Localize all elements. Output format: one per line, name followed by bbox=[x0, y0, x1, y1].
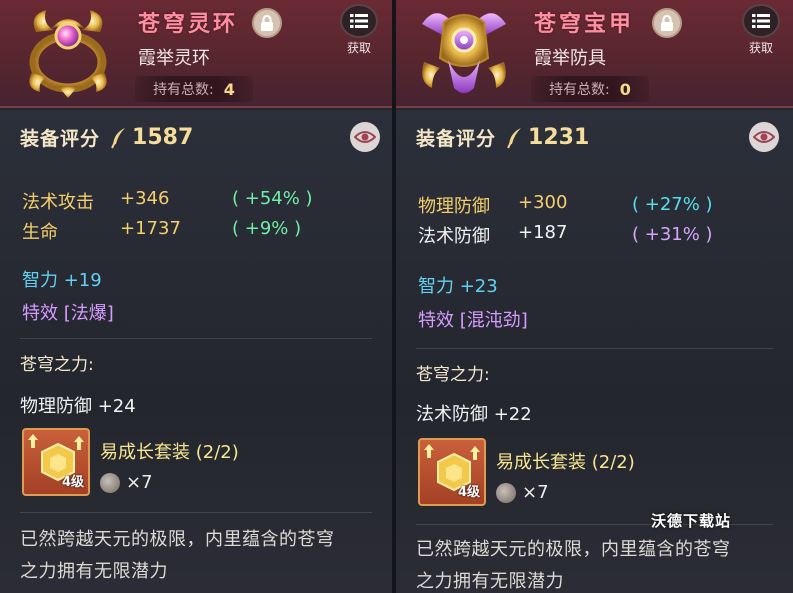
equipment-compare-screen: 苍穹灵环 霞举灵环 持有总数: 4 获取 装备评分 1587 法术攻击 +346… bbox=[0, 0, 793, 593]
divider bbox=[20, 512, 372, 513]
owned-count-badge: 持有总数: 0 bbox=[531, 76, 649, 102]
owned-count-value: 4 bbox=[223, 79, 235, 99]
stat-name: 法术防御 bbox=[418, 226, 490, 247]
get-button[interactable]: 获取 bbox=[339, 4, 379, 56]
coin-icon bbox=[496, 482, 516, 503]
effect-line: 特效 [混沌劲] bbox=[418, 310, 528, 331]
stat-value: +1737 bbox=[120, 218, 181, 239]
quill-icon bbox=[507, 127, 522, 148]
set-count-value: ×7 bbox=[126, 472, 153, 493]
item-name: 苍穹宝甲 bbox=[534, 12, 635, 37]
description-line: 之力拥有无限潜力 bbox=[20, 561, 168, 582]
set-count: ×7 bbox=[100, 472, 153, 493]
list-icon bbox=[340, 4, 378, 38]
score-row: 装备评分 1231 bbox=[416, 124, 589, 151]
description-line: 之力拥有无限潜力 bbox=[416, 571, 564, 592]
quill-icon bbox=[111, 127, 126, 148]
effect-line: 特效 [法爆] bbox=[22, 303, 114, 324]
list-icon bbox=[742, 4, 780, 38]
stat-value: +187 bbox=[518, 222, 568, 243]
owned-count-value: 0 bbox=[619, 79, 631, 99]
stat-percent: ( +27% ) bbox=[632, 194, 713, 215]
equipment-panel-ring: 苍穹灵环 霞举灵环 持有总数: 4 获取 装备评分 1587 法术攻击 +346… bbox=[0, 0, 392, 593]
lock-icon[interactable] bbox=[652, 8, 682, 38]
eye-icon[interactable] bbox=[749, 122, 779, 152]
divider bbox=[20, 338, 372, 339]
set-level: 4级 bbox=[61, 475, 84, 490]
power-title: 苍穹之力: bbox=[416, 365, 490, 385]
set-name: 易成长套装 (2/2) bbox=[100, 442, 239, 463]
attribute-line: 智力 +23 bbox=[418, 276, 498, 297]
stat-name: 法术攻击 bbox=[22, 192, 94, 213]
set-level: 4级 bbox=[457, 485, 480, 500]
score-value: 1231 bbox=[528, 125, 590, 150]
watermark-text: 沃德下载站 bbox=[651, 512, 732, 530]
item-name: 苍穹灵环 bbox=[138, 12, 239, 37]
panel-header: 苍穹宝甲 霞举防具 持有总数: 0 获取 bbox=[396, 0, 793, 108]
set-item-icon[interactable]: 4级 bbox=[418, 438, 486, 506]
armor-item-icon bbox=[422, 13, 506, 93]
description-line: 已然跨越天元的极限，内里蕴含的苍穹 bbox=[416, 539, 731, 560]
stat-value: +300 bbox=[518, 192, 568, 213]
stat-name: 生命 bbox=[22, 222, 58, 243]
set-name: 易成长套装 (2/2) bbox=[496, 452, 635, 473]
owned-count-label: 持有总数: bbox=[153, 82, 214, 98]
panel-header: 苍穹灵环 霞举灵环 持有总数: 4 获取 bbox=[0, 0, 392, 108]
equipment-panel-armor: 苍穹宝甲 霞举防具 持有总数: 0 获取 装备评分 1231 物理防御 +300… bbox=[396, 0, 793, 593]
eye-icon[interactable] bbox=[350, 122, 380, 152]
divider bbox=[416, 348, 773, 349]
set-item-icon[interactable]: 4级 bbox=[22, 428, 90, 496]
score-label: 装备评分 bbox=[416, 128, 497, 150]
score-label: 装备评分 bbox=[20, 128, 101, 150]
item-type: 霞举防具 bbox=[534, 48, 606, 69]
panel-body: 装备评分 1587 法术攻击 +346 ( +54% ) 生命 +1737 ( … bbox=[0, 110, 392, 593]
ring-item-icon bbox=[29, 10, 107, 98]
description-line: 已然跨越天元的极限，内里蕴含的苍穹 bbox=[20, 529, 335, 550]
score-value: 1587 bbox=[132, 125, 194, 150]
item-description: 已然跨越天元的极限，内里蕴含的苍穹 之力拥有无限潜力 bbox=[416, 534, 731, 593]
set-count-value: ×7 bbox=[522, 482, 549, 503]
get-button[interactable]: 获取 bbox=[741, 4, 781, 56]
item-type: 霞举灵环 bbox=[138, 48, 210, 69]
power-stat: 法术防御 +22 bbox=[416, 404, 532, 425]
get-button-label: 获取 bbox=[346, 41, 371, 55]
stat-percent: ( +9% ) bbox=[232, 218, 302, 239]
attribute-line: 智力 +19 bbox=[22, 270, 102, 291]
power-stat: 物理防御 +24 bbox=[20, 396, 136, 417]
get-button-label: 获取 bbox=[748, 41, 773, 55]
stat-value: +346 bbox=[120, 188, 170, 209]
panel-body: 装备评分 1231 物理防御 +300 ( +27% ) 法术防御 +187 (… bbox=[396, 110, 793, 593]
lock-icon[interactable] bbox=[252, 8, 282, 38]
item-description: 已然跨越天元的极限，内里蕴含的苍穹 之力拥有无限潜力 bbox=[20, 524, 335, 588]
score-row: 装备评分 1587 bbox=[20, 124, 193, 151]
stat-percent: ( +31% ) bbox=[632, 224, 713, 245]
stat-name: 物理防御 bbox=[418, 196, 490, 217]
stat-percent: ( +54% ) bbox=[232, 188, 313, 209]
owned-count-label: 持有总数: bbox=[549, 82, 610, 98]
set-count: ×7 bbox=[496, 482, 549, 503]
coin-icon bbox=[100, 472, 120, 493]
owned-count-badge: 持有总数: 4 bbox=[135, 76, 253, 102]
power-title: 苍穹之力: bbox=[20, 355, 94, 375]
